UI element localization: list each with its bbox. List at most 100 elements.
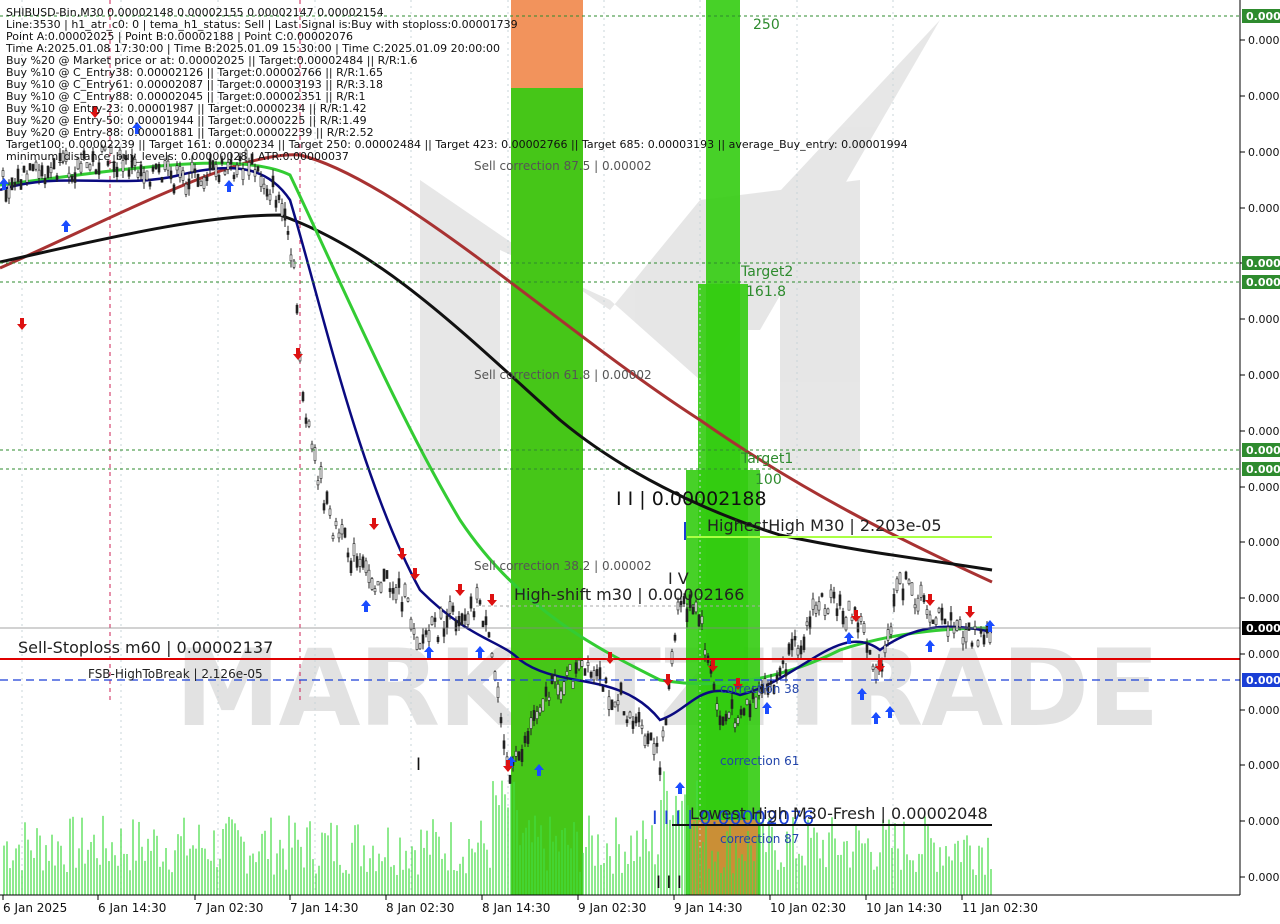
info-line: minimum_distance_buy_levels: 0.00000028 …: [6, 150, 349, 163]
candle-body: [859, 616, 863, 622]
fib-250-label: 250: [753, 17, 780, 33]
candle-body: [400, 602, 404, 612]
trading-chart[interactable]: MARKETZITRADE 250 Target2 161.8 Target1 …: [0, 0, 1280, 920]
candle-body: [361, 556, 365, 568]
candle-body: [496, 686, 500, 698]
correction-61-label: correction 61: [720, 754, 799, 768]
candle-body: [484, 616, 488, 626]
candle-body: [838, 594, 842, 606]
candle-body: [415, 636, 419, 650]
candle-body: [43, 177, 47, 185]
candle-body: [325, 491, 329, 504]
candle-body: [550, 673, 554, 684]
candle-body: [724, 713, 728, 722]
candle-body: [481, 620, 485, 628]
candle-body: [160, 177, 164, 183]
fib-100-label: 100: [755, 472, 782, 488]
candle-body: [616, 700, 620, 706]
candle-body: [379, 582, 383, 593]
candle-body: [742, 708, 746, 716]
candle-body: [355, 556, 359, 568]
candle-body: [352, 543, 356, 557]
candle-body: [892, 594, 896, 607]
candle-body: [796, 648, 800, 656]
candle-body: [19, 179, 23, 190]
candle-body: [328, 508, 332, 516]
candle-body: [592, 670, 596, 681]
target1-label: Target1: [740, 451, 793, 467]
candle-body: [508, 774, 512, 784]
candle-body: [460, 613, 464, 625]
y-tick-label: 0.0000: [1248, 481, 1280, 494]
candle-body: [235, 164, 239, 175]
candle-body: [901, 588, 905, 601]
candle-body: [46, 165, 50, 179]
candle-body: [955, 620, 959, 631]
sell-correction-875-label: Sell correction 87.5 | 0.00002: [474, 159, 652, 173]
candle-body: [613, 701, 617, 708]
candle-body: [841, 610, 845, 625]
candle-body: [925, 609, 929, 615]
candle-body: [652, 743, 656, 755]
candle-body: [454, 620, 458, 632]
candle-body: [670, 651, 674, 665]
x-tick-label: 7 Jan 14:30: [290, 901, 358, 915]
candle-body: [79, 162, 83, 173]
candle-body: [502, 740, 506, 749]
chart-canvas: MARKETZITRADE 250 Target2 161.8 Target1 …: [0, 0, 1280, 920]
candle-body: [391, 588, 395, 594]
candle-body: [331, 535, 335, 539]
candle-body: [820, 593, 824, 597]
y-tick-label: 0.0000: [1248, 592, 1280, 605]
candle-body: [598, 667, 602, 680]
candle-body: [565, 671, 569, 676]
candle-body: [112, 161, 116, 172]
candle-body: [811, 598, 815, 610]
candle-body: [490, 653, 494, 658]
candle-body: [421, 634, 425, 644]
sell-correction-618-label: Sell correction 61.8 | 0.00002: [474, 368, 652, 382]
candle-body: [367, 569, 371, 583]
candle-body: [529, 717, 533, 729]
candle-body: [1, 170, 5, 177]
candle-body: [631, 720, 635, 729]
candle-body: [217, 174, 221, 183]
candle-body: [439, 607, 443, 619]
candle-body: [322, 503, 326, 511]
candle-body: [922, 595, 926, 603]
candle-body: [940, 607, 944, 621]
candle-body: [358, 558, 362, 567]
y-tick-label: 0.0000: [1248, 369, 1280, 382]
candle-body: [337, 532, 341, 539]
candle-body: [775, 674, 779, 680]
candle-body: [34, 161, 38, 170]
candle-body: [808, 616, 812, 629]
candle-body: [304, 417, 308, 424]
candle-body: [721, 716, 725, 726]
candle-body: [931, 619, 935, 624]
candle-body: [148, 181, 152, 187]
candle-body: [388, 588, 392, 593]
candle-body: [175, 165, 179, 171]
candle-body: [472, 611, 476, 618]
candle-body: [520, 749, 524, 762]
candle-body: [619, 682, 623, 695]
lowest-fresh-label: Lowest High M30-Fresh | 0.00002048: [690, 804, 988, 823]
candle-body: [637, 712, 641, 723]
price-tag-label: 0.0000: [1246, 463, 1280, 476]
y-tick-label: 0.0000: [1248, 425, 1280, 438]
candle-body: [784, 669, 788, 677]
candle-body: [574, 662, 578, 674]
candle-body: [568, 664, 572, 671]
candle-body: [451, 605, 455, 612]
candle-body: [202, 177, 206, 189]
candle-body: [634, 716, 638, 724]
candle-body: [934, 617, 938, 626]
candle-body: [7, 184, 11, 199]
candle-body: [541, 698, 545, 712]
candle-body: [835, 608, 839, 616]
candle-body: [469, 596, 473, 609]
candle-body: [340, 524, 344, 535]
candle-body: [382, 568, 386, 582]
candle-body: [172, 184, 176, 194]
